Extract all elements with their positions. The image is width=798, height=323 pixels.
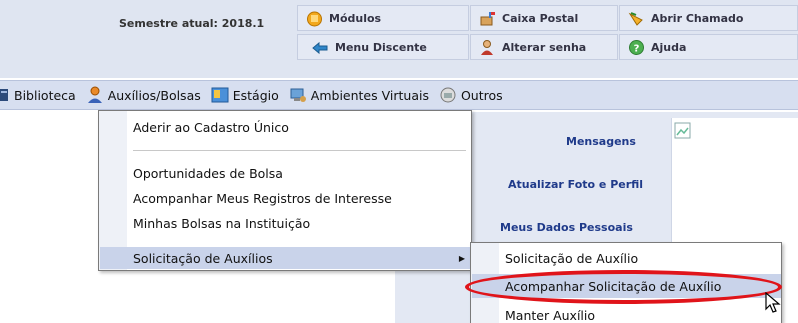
ajuda-link[interactable]: ? Ajuda	[619, 34, 798, 60]
caixa-postal-label: Caixa Postal	[502, 11, 579, 25]
caixa-postal-link[interactable]: Caixa Postal	[470, 5, 618, 31]
menu-discente-label: Menu Discente	[335, 40, 427, 54]
menu-auxilios-label: Auxílios/Bolsas	[107, 87, 201, 103]
atualizar-foto-link[interactable]: Atualizar Foto e Perfil	[508, 178, 643, 191]
person-icon	[86, 86, 104, 104]
top-header: Semestre atual: 2018.1 Módulos Caixa Pos…	[0, 0, 798, 78]
mensagens-link[interactable]: Mensagens	[566, 135, 636, 148]
panel-bottom	[395, 270, 471, 323]
red-highlight-ring	[465, 270, 782, 304]
dropdown-item-solicitacao[interactable]: Solicitação de Auxílios ▶	[100, 247, 471, 269]
semester-label: Semestre atual: 2018.1	[119, 17, 265, 30]
internship-icon	[211, 86, 229, 104]
submenu-item-manter[interactable]: Manter Auxílio	[499, 303, 781, 323]
menu-discente-icon	[312, 39, 329, 56]
auxilios-dropdown: Aderir ao Cadastro Único Oportunidades d…	[98, 110, 472, 271]
menu-estagio-label: Estágio	[232, 87, 279, 103]
meus-dados-link[interactable]: Meus Dados Pessoais	[500, 221, 633, 234]
alterar-senha-label: Alterar senha	[502, 40, 587, 54]
modulos-label: Módulos	[329, 11, 382, 25]
menu-ambientes-virtuais[interactable]: Ambientes Virtuais	[285, 81, 435, 109]
main-menubar: Biblioteca Auxílios/Bolsas Estágio Ambie…	[0, 80, 798, 110]
others-icon	[439, 86, 457, 104]
modules-icon	[306, 10, 323, 27]
menu-auxilios-bolsas[interactable]: Auxílios/Bolsas	[82, 81, 207, 109]
library-icon	[0, 86, 10, 104]
menu-biblioteca[interactable]: Biblioteca	[0, 81, 82, 109]
ajuda-label: Ajuda	[651, 40, 687, 54]
solicitacao-label: Solicitação de Auxílios	[133, 250, 273, 266]
dropdown-item-registros[interactable]: Acompanhar Meus Registros de Interesse	[127, 187, 471, 209]
alterar-senha-link[interactable]: Alterar senha	[470, 34, 618, 60]
menu-discente-link[interactable]: Menu Discente	[297, 34, 469, 60]
submenu-item-solicitacao-auxilio[interactable]: Solicitação de Auxílio	[499, 246, 781, 270]
virtual-env-icon	[289, 86, 307, 104]
help-icon: ?	[628, 39, 645, 56]
mouse-cursor-icon	[765, 291, 781, 314]
mailbox-icon	[479, 10, 496, 27]
ticket-icon	[628, 10, 645, 27]
user-key-icon	[479, 39, 496, 56]
abrir-chamado-label: Abrir Chamado	[651, 11, 744, 25]
broken-image-icon	[674, 122, 692, 140]
svg-text:?: ?	[634, 43, 640, 54]
dropdown-item-minhas-bolsas[interactable]: Minhas Bolsas na Instituição	[127, 212, 471, 234]
abrir-chamado-link[interactable]: Abrir Chamado	[619, 5, 798, 31]
menu-biblioteca-label: Biblioteca	[14, 87, 76, 103]
submenu-arrow-icon: ▶	[458, 253, 465, 263]
menu-outros-label: Outros	[460, 87, 503, 103]
modulos-link[interactable]: Módulos	[297, 5, 469, 31]
dropdown-separator	[133, 150, 466, 151]
menu-outros[interactable]: Outros	[435, 81, 509, 109]
menu-ambientes-label: Ambientes Virtuais	[310, 87, 429, 103]
dropdown-item-oportunidades[interactable]: Oportunidades de Bolsa	[127, 162, 471, 184]
dropdown-item-cadastro-unico[interactable]: Aderir ao Cadastro Único	[127, 116, 471, 138]
menu-estagio[interactable]: Estágio	[207, 81, 285, 109]
